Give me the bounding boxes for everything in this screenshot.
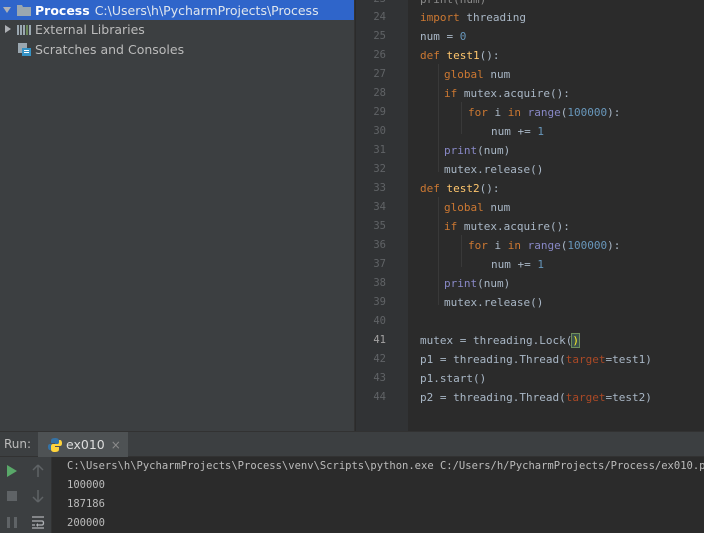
line-number: 37 [373,258,386,270]
stop-icon[interactable] [4,488,20,504]
line-number: 43 [373,372,386,384]
line-number: 24 [373,11,386,23]
code-line-43: p1.start() [420,372,487,385]
code-line-42: p1 = threading.Thread(target=test1) [420,353,652,366]
chevron-down-icon[interactable] [3,5,12,15]
pause-icon[interactable] [4,514,20,530]
python-icon [48,437,62,452]
code-line-37: num += 1 [491,258,544,271]
line-number: 44 [373,391,386,403]
tree-item-path: C:\Users\h\PycharmProjects\Process [94,2,319,18]
line-number: 28 [373,87,386,99]
folder-icon [17,4,31,17]
code-line-29: for i in range(100000): [468,106,621,119]
chevron-right-icon[interactable] [3,24,12,34]
code-line-30: num += 1 [491,125,544,138]
scratches-icon [17,42,31,56]
line-number: 40 [373,315,386,327]
library-icon [17,23,31,36]
code-line-41: mutex = threading.Lock() [420,333,580,348]
console-line: 100000 [67,479,105,491]
line-number: 34 [373,201,386,213]
soft-wrap-icon[interactable] [30,514,46,530]
line-number: 39 [373,296,386,308]
line-number: 38 [373,277,386,289]
editor-gutter: 23 2425262728293031323334353637383940414… [356,0,417,431]
run-tab-ex010[interactable]: ex010 × [38,432,128,457]
line-number: 25 [373,30,386,42]
rerun-icon[interactable] [4,463,20,479]
project-tool-window: Process C:\Users\h\PycharmProjects\Proce… [0,0,355,431]
tree-item-label: External Libraries [35,21,145,37]
code-line-24: import threading [420,11,526,24]
arrow-up-icon[interactable] [30,463,46,479]
run-console[interactable]: C:\Users\h\PycharmProjects\Process\venv\… [53,457,704,533]
line-number: 29 [373,106,386,118]
run-tool-window-header: Run: ex010 × [0,431,704,457]
line-number: 33 [373,182,386,194]
code-line-32: mutex.release() [444,163,544,176]
tree-item-scratches[interactable]: Scratches and Consoles [0,39,354,59]
code-line-27: global num [444,68,511,81]
tree-item-external-libraries[interactable]: External Libraries [0,19,354,39]
line-number: 26 [373,49,386,61]
line-number: 36 [373,239,386,251]
code-line-44: p2 = threading.Thread(target=test2) [420,391,652,404]
line-number: 30 [373,125,386,137]
code-line-35: if mutex.acquire(): [444,220,570,233]
line-number: 42 [373,353,386,365]
run-tab-label: ex010 [66,437,105,452]
console-line: 200000 [67,517,105,529]
line-number: 35 [373,220,386,232]
tree-item-process[interactable]: Process C:\Users\h\PycharmProjects\Proce… [0,0,354,20]
console-line: 187186 [67,498,105,510]
code-line-28: if mutex.acquire(): [444,87,570,100]
code-line-25: num = 0 [420,30,467,43]
code-line-33: def test2(): [420,182,500,195]
console-line: C:\Users\h\PycharmProjects\Process\venv\… [67,460,704,472]
code-editor[interactable]: print(num) import threading num = 0 def … [408,0,704,431]
code-line-26: def test1(): [420,49,500,62]
run-label: Run: [4,437,32,451]
code-line-39: mutex.release() [444,296,544,309]
code-line-36: for i in range(100000): [468,239,621,252]
line-number: 41 [373,334,386,346]
line-number: 32 [373,163,386,175]
arrow-down-icon[interactable] [30,488,46,504]
tree-item-label: Process [35,2,90,18]
close-icon[interactable]: × [111,438,121,452]
code-line-31: print(num) [444,144,511,157]
line-number: 27 [373,68,386,80]
run-toolbar [0,457,52,533]
code-line-34: global num [444,201,511,214]
code-line-38: print(num) [444,277,511,290]
tree-item-label: Scratches and Consoles [35,41,185,57]
line-number: 31 [373,144,386,156]
